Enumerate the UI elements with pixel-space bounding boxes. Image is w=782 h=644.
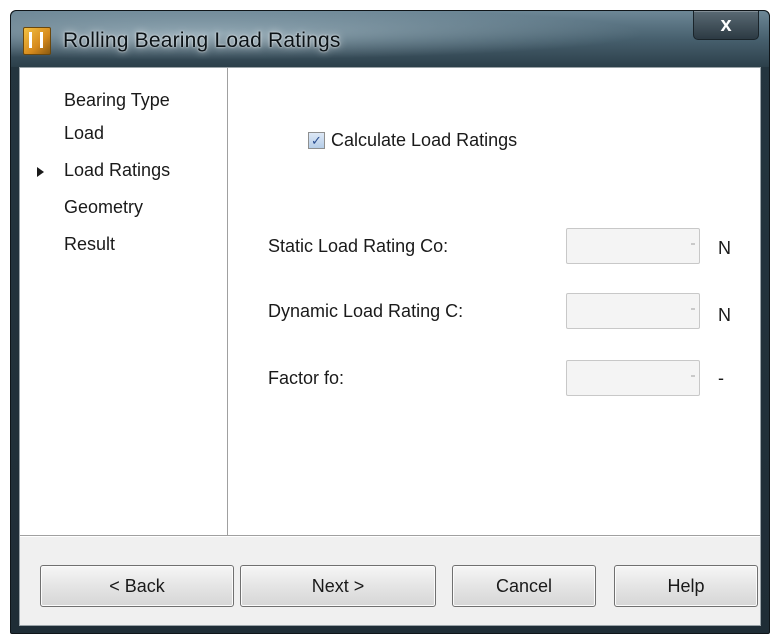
calculate-load-ratings-checkbox[interactable]: ✓ Calculate Load Ratings <box>308 130 517 151</box>
nav-item-geometry[interactable]: Geometry <box>64 197 143 218</box>
load-ratings-panel: ✓ Calculate Load Ratings Static Load Rat… <box>228 68 760 535</box>
nav-item-result[interactable]: Result <box>64 234 115 255</box>
nav-item-bearing-type[interactable]: Bearing Type <box>64 90 170 111</box>
checkbox-check-icon[interactable]: ✓ <box>308 132 325 149</box>
nav-item-load[interactable]: Load <box>64 123 104 144</box>
window-title: Rolling Bearing Load Ratings <box>63 29 341 52</box>
dialog-window: Rolling Bearing Load Ratings x Bearing T… <box>10 10 770 634</box>
factor-fo-input[interactable] <box>566 360 700 396</box>
close-button[interactable]: x <box>693 11 759 40</box>
back-button[interactable]: < Back <box>40 565 234 607</box>
spin-icon <box>691 375 695 377</box>
dynamic-load-rating-unit: N <box>718 305 731 325</box>
factor-fo-label: Factor fo: <box>268 368 345 388</box>
help-button[interactable]: Help <box>614 565 758 607</box>
dynamic-load-rating-label: Dynamic Load Rating C: <box>268 301 464 321</box>
spin-icon <box>691 308 695 310</box>
dialog-client-area: Bearing Type Load Load Ratings Geometry … <box>19 67 761 626</box>
title-bar[interactable]: Rolling Bearing Load Ratings x <box>11 11 769 67</box>
factor-fo-unit: - <box>718 368 724 388</box>
dynamic-load-rating-input[interactable] <box>566 293 700 329</box>
static-load-rating-label: Static Load Rating Co: <box>268 236 449 256</box>
next-button[interactable]: Next > <box>240 565 436 607</box>
wizard-step-list: Bearing Type Load Load Ratings Geometry … <box>20 68 228 535</box>
app-icon <box>23 27 51 55</box>
static-load-rating-unit: N <box>718 238 731 258</box>
static-load-rating-input[interactable] <box>566 228 700 264</box>
nav-item-load-ratings[interactable]: Load Ratings <box>64 160 170 181</box>
cancel-button[interactable]: Cancel <box>452 565 596 607</box>
triangle-right-icon <box>37 167 44 177</box>
close-icon: x <box>720 13 732 36</box>
button-separator <box>20 535 760 537</box>
spin-icon <box>691 243 695 245</box>
checkbox-label: Calculate Load Ratings <box>331 130 518 150</box>
